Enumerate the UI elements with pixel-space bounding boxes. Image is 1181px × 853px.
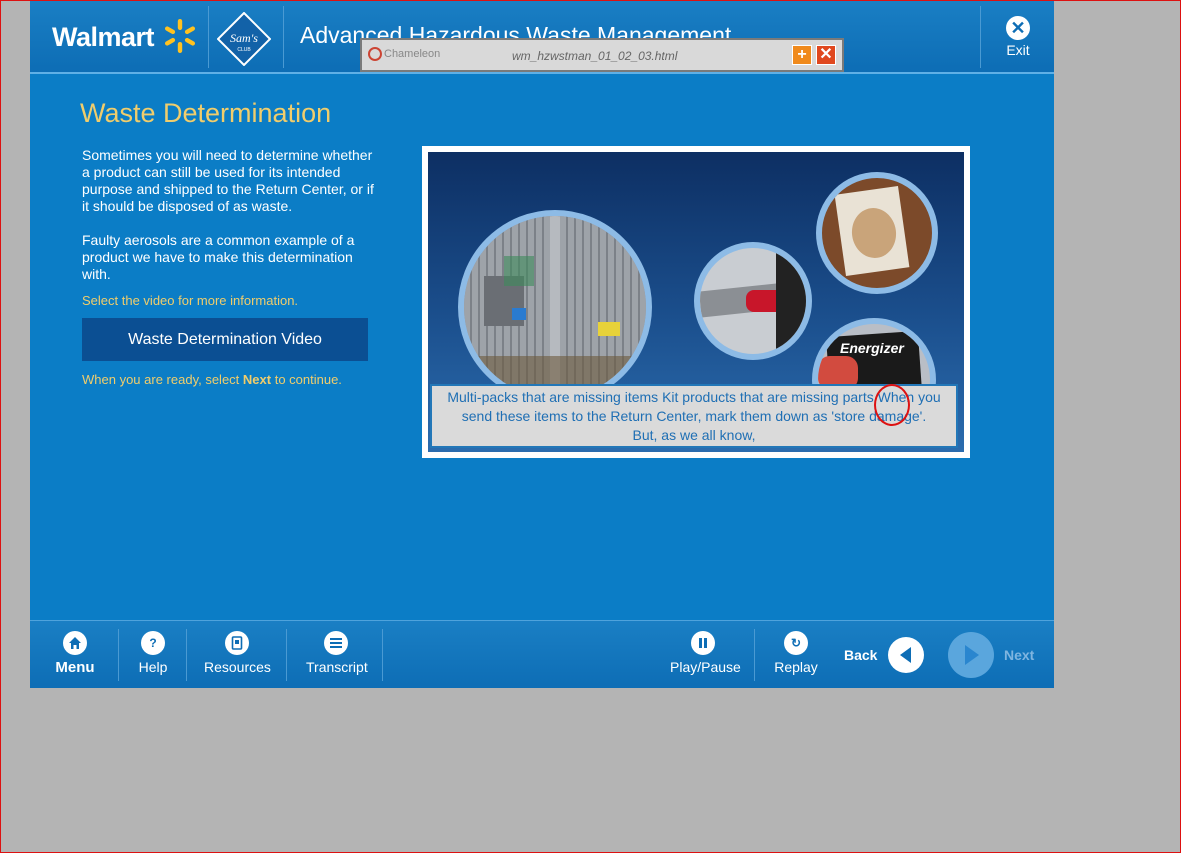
resources-label: Resources bbox=[204, 659, 271, 675]
next-button[interactable] bbox=[948, 632, 994, 678]
chameleon-logo-icon bbox=[368, 47, 382, 61]
footer-bar: Menu ? Help Resources Transcript Play/Pa bbox=[30, 620, 1054, 688]
replay-button[interactable]: ↻ Replay bbox=[774, 631, 818, 675]
next-label[interactable]: Next bbox=[1004, 647, 1034, 663]
aerosol-image-bubble bbox=[694, 242, 812, 360]
resources-button[interactable]: Resources bbox=[204, 631, 271, 675]
arrow-right-icon bbox=[965, 645, 979, 665]
home-icon bbox=[63, 631, 87, 655]
video-frame: Energizer Multi-packs that are missing i… bbox=[422, 146, 970, 458]
back-button[interactable] bbox=[888, 637, 924, 673]
sams-logo-text: Sam's bbox=[230, 31, 258, 45]
footer-divider bbox=[118, 629, 119, 681]
help-button[interactable]: ? Help bbox=[134, 631, 172, 675]
chameleon-file-name: wm_hzwstman_01_02_03.html bbox=[512, 49, 678, 63]
cage-image-bubble bbox=[458, 210, 652, 404]
page-title: Waste Determination bbox=[80, 98, 332, 128]
chameleon-logo: Chameleon bbox=[368, 47, 440, 61]
arrow-left-icon bbox=[900, 647, 911, 663]
transcript-label: Transcript bbox=[306, 659, 368, 675]
menu-label: Menu bbox=[55, 659, 95, 676]
play-pause-button[interactable]: Play/Pause bbox=[670, 631, 741, 675]
menu-button[interactable]: Menu bbox=[52, 631, 98, 676]
course-window: Walmart Sam's CLUB Advanced Hazardous Wa… bbox=[30, 0, 1054, 688]
intro-paragraph: Sometimes you will need to determine whe… bbox=[82, 147, 374, 214]
chameleon-toolbar: Chameleon wm_hzwstman_01_02_03.html + ✕ bbox=[360, 38, 844, 72]
walmart-logo: Walmart bbox=[52, 22, 155, 52]
header-divider bbox=[980, 6, 981, 68]
replay-icon: ↻ bbox=[784, 631, 808, 655]
caption-line: But, as we all know, bbox=[632, 427, 756, 443]
close-icon: ✕ bbox=[1006, 16, 1030, 40]
sams-logo-sub: CLUB bbox=[237, 47, 251, 53]
battery-brand-text: Energizer bbox=[840, 340, 904, 356]
video-player[interactable]: Energizer Multi-packs that are missing i… bbox=[428, 152, 964, 452]
continue-instruction: When you are ready, select Next to conti… bbox=[82, 372, 342, 387]
help-label: Help bbox=[138, 659, 168, 675]
help-icon: ? bbox=[141, 631, 165, 655]
header-divider bbox=[283, 6, 284, 68]
walmart-spark-icon bbox=[164, 19, 196, 53]
footer-divider bbox=[286, 629, 287, 681]
header-divider bbox=[208, 6, 209, 68]
hair-dye-image-bubble bbox=[816, 172, 938, 294]
video-caption: Multi-packs that are missing items Kit p… bbox=[430, 384, 958, 448]
plus-icon[interactable]: + bbox=[792, 45, 812, 65]
footer-divider bbox=[382, 629, 383, 681]
pause-icon bbox=[691, 631, 715, 655]
list-icon bbox=[324, 631, 348, 655]
exit-label: Exit bbox=[1006, 42, 1030, 58]
replay-label: Replay bbox=[774, 659, 818, 675]
caption-line: send these items to the Return Center, m… bbox=[461, 408, 927, 424]
video-hint: Select the video for more information. bbox=[82, 293, 299, 308]
sams-club-logo: Sam's CLUB bbox=[217, 12, 271, 66]
caption-line: Multi-packs that are missing items Kit p… bbox=[447, 389, 941, 405]
close-icon[interactable]: ✕ bbox=[816, 45, 836, 65]
transcript-button[interactable]: Transcript bbox=[306, 631, 368, 675]
aerosol-paragraph: Faulty aerosols are a common example of … bbox=[82, 232, 355, 282]
back-label[interactable]: Back bbox=[844, 647, 877, 663]
waste-determination-video-button[interactable]: Waste Determination Video bbox=[82, 318, 368, 361]
play-pause-label: Play/Pause bbox=[670, 659, 741, 675]
footer-divider bbox=[186, 629, 187, 681]
footer-divider bbox=[754, 629, 755, 681]
document-icon bbox=[225, 631, 249, 655]
exit-button[interactable]: ✕ Exit bbox=[1000, 16, 1036, 58]
